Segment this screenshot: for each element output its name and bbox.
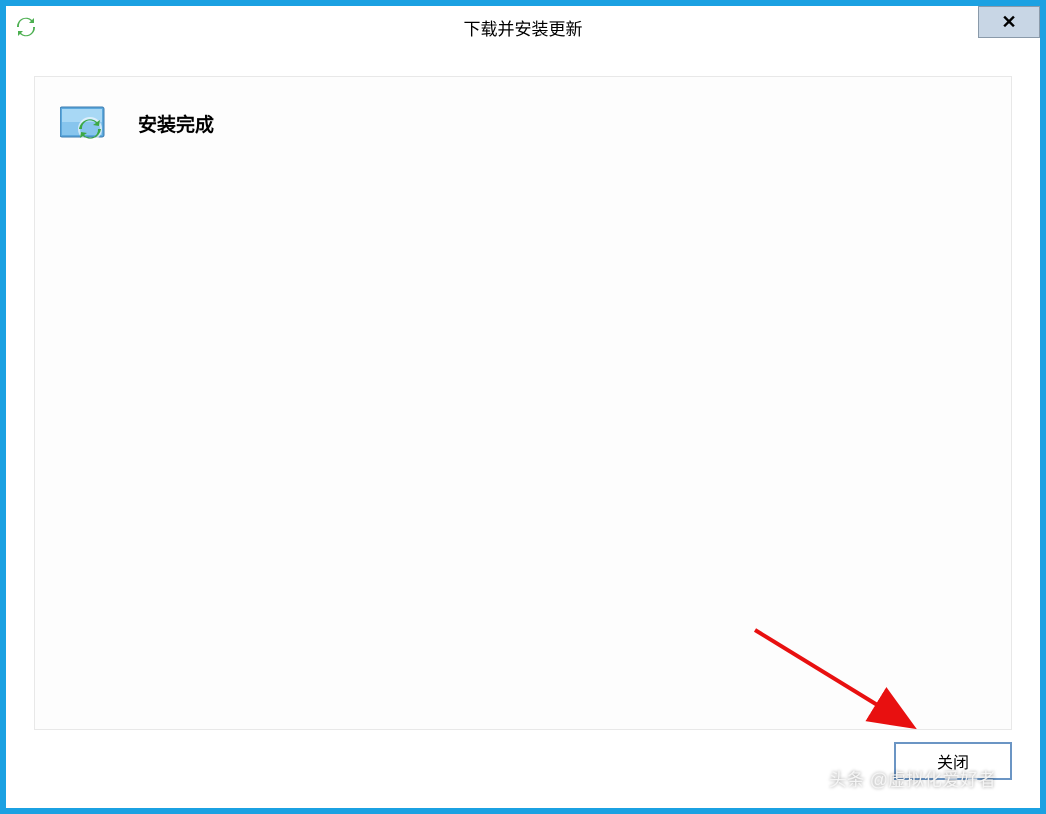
update-refresh-icon [16, 17, 36, 37]
content-panel: 安装完成 [34, 76, 1012, 730]
content-area: 安装完成 关闭 [6, 48, 1040, 808]
dialog-window: 下载并安装更新 ✕ 安装完成 [6, 6, 1040, 808]
titlebar-close-button[interactable]: ✕ [978, 6, 1040, 38]
window-title: 下载并安装更新 [464, 15, 583, 40]
status-heading: 安装完成 [138, 110, 214, 137]
close-icon: ✕ [1001, 12, 1016, 33]
watermark-text: 头条 @虚拟化爱好者 [829, 766, 996, 792]
windows-update-icon [60, 105, 108, 141]
status-row: 安装完成 [60, 105, 986, 141]
titlebar: 下载并安装更新 ✕ [6, 6, 1040, 48]
